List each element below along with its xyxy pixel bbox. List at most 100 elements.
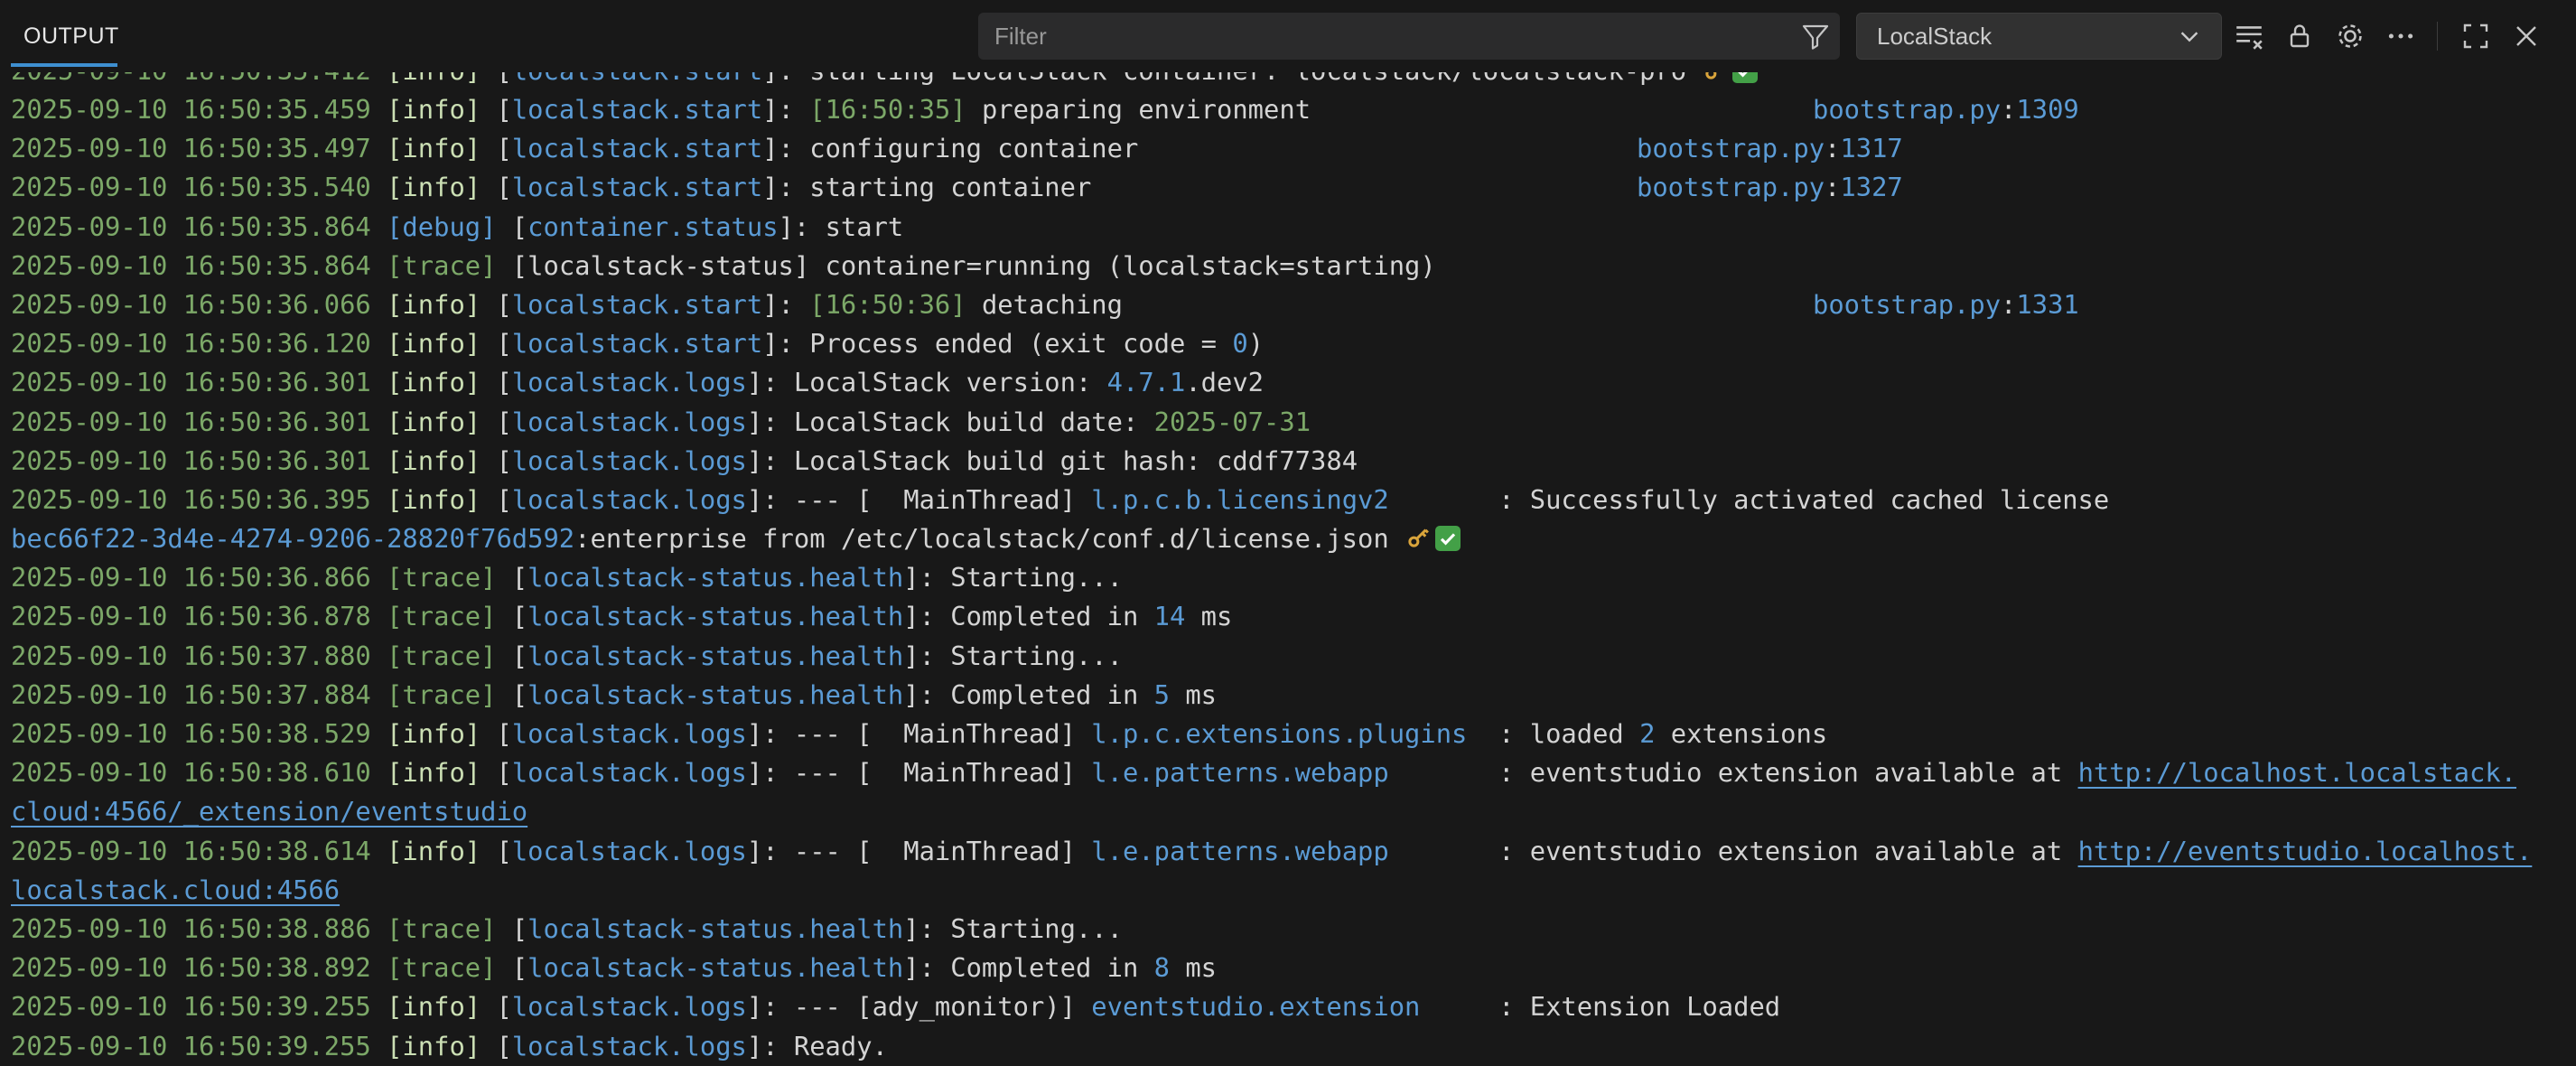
log-line: 2025-09-10 16:50:37.880 [trace] [localst… [11, 637, 2576, 676]
log-segment: localstack.logs [512, 718, 747, 749]
more-actions-icon[interactable] [2377, 13, 2424, 60]
output-channel-select[interactable]: LocalStack [1856, 13, 2222, 60]
log-segment: preparing environment [966, 94, 1311, 125]
log-url-link[interactable]: localstack.cloud:4566 [11, 874, 340, 905]
log-segment: [ [481, 72, 512, 86]
log-segment: 2025-09-10 16:50:38.886 [11, 913, 387, 944]
log-segment: [ [481, 445, 512, 476]
log-segment: ) [1248, 328, 1264, 359]
log-segment: [ [496, 952, 527, 983]
log-segment: ]: start [779, 211, 904, 242]
log-segment: [16:50:36] [809, 289, 966, 320]
log-segment: [trace] [387, 641, 496, 671]
log-segment: [info] [387, 407, 481, 437]
log-segment: [trace] [387, 913, 496, 944]
log-line: 2025-09-10 16:50:38.529 [info] [localsta… [11, 715, 2576, 753]
log-line: 2025-09-10 16:50:35.412 [info] [localsta… [11, 72, 2576, 90]
log-segment: localstack-status.health [527, 913, 903, 944]
log-segment: [ [481, 757, 512, 788]
log-segment: [trace] [387, 601, 496, 631]
scroll-lock-icon[interactable] [2276, 13, 2323, 60]
filter-input[interactable] [978, 23, 1791, 51]
log-segment: ]: starting LocalStack container: locals… [762, 72, 1702, 86]
log-segment: [ [481, 172, 512, 202]
log-segment: [info] [387, 328, 481, 359]
log-segment: [info] [387, 718, 481, 749]
log-segment: 2025-09-10 16:50:35.540 [11, 172, 387, 202]
log-segment: l.e.patterns.webapp [1091, 757, 1388, 788]
log-segment: [info] [387, 836, 481, 866]
log-segment: 2025-09-10 16:50:35.459 [11, 94, 387, 125]
tab-output[interactable]: OUTPUT [23, 0, 119, 72]
funnel-icon[interactable] [1791, 13, 1840, 60]
check-mark-emoji [1435, 526, 1461, 551]
log-segment: 2025-09-10 16:50:36.301 [11, 407, 387, 437]
close-panel-icon[interactable] [2503, 13, 2550, 60]
log-line: 2025-09-10 16:50:36.120 [info] [localsta… [11, 324, 2576, 363]
log-segment: [trace] [387, 679, 496, 710]
log-segment: [16:50:35] [809, 94, 966, 125]
log-segment: 4.7.1 [1107, 367, 1186, 397]
log-segment: ]: LocalStack version: [747, 367, 1107, 397]
log-segment: eventstudio.extension [1091, 991, 1420, 1022]
log-segment: 2025-07-31 [1154, 407, 1311, 437]
log-segment: ]: Completed in [903, 952, 1153, 983]
log-segment: ]: Completed in [903, 679, 1153, 710]
log-segment: ]: Process ended (exit code = [762, 328, 1232, 359]
log-segment: l.p.c.extensions.plugins [1091, 718, 1467, 749]
source-file-link[interactable]: bootstrap.py:1327 [1637, 168, 1903, 207]
log-segment: [ [481, 328, 512, 359]
log-segment: [ [481, 289, 512, 320]
header-separator [2437, 22, 2438, 51]
source-file-link[interactable]: bootstrap.py:1317 [1637, 129, 1903, 168]
source-file-link[interactable]: bootstrap.py:1309 [1813, 90, 2079, 129]
log-segment: [trace] [387, 562, 496, 593]
log-segment: [ [481, 1031, 512, 1061]
log-segment: [ [496, 641, 527, 671]
log-segment: ]: [762, 94, 809, 125]
log-line: 2025-09-10 16:50:38.610 [info] [localsta… [11, 753, 2576, 792]
panel-header: OUTPUT LocalStack [0, 0, 2576, 72]
log-line: 2025-09-10 16:50:38.886 [trace] [localst… [11, 910, 2576, 949]
log-line: 2025-09-10 16:50:36.395 [info] [localsta… [11, 481, 2576, 519]
log-segment: 2025-09-10 16:50:38.610 [11, 757, 387, 788]
log-segment: 2025-09-10 16:50:36.878 [11, 601, 387, 631]
log-segment: : eventstudio extension available at [1389, 757, 2078, 788]
key-emoji [1702, 72, 1729, 86]
log-segment: 2025-09-10 16:50:36.301 [11, 367, 387, 397]
log-segment: 2025-09-10 16:50:35.497 [11, 133, 387, 164]
log-url-link[interactable]: http://localhost.localstack. [2078, 757, 2516, 788]
log-segment: localstack-status.health [527, 679, 903, 710]
log-segment: 2025-09-10 16:50:39.255 [11, 1031, 387, 1061]
log-segment: localstack.logs [512, 757, 747, 788]
settings-gear-icon[interactable] [2327, 13, 2374, 60]
log-output-area[interactable]: 2025-09-10 16:50:35.412 [info] [localsta… [0, 72, 2576, 1066]
log-segment: 2025-09-10 16:50:36.120 [11, 328, 387, 359]
log-line: bec66f22-3d4e-4274-9206-28820f76d592:ent… [11, 519, 2576, 558]
log-segment: localstack.start [512, 133, 762, 164]
clear-output-icon[interactable] [2226, 13, 2273, 60]
log-segment: bec66f22-3d4e-4274-9206-28820f76d592 [11, 523, 574, 554]
log-segment: 0 [1232, 328, 1247, 359]
log-line: 2025-09-10 16:50:36.066 [info] [localsta… [11, 285, 2576, 324]
log-segment: [info] [387, 991, 481, 1022]
log-segment: [ [481, 484, 512, 515]
log-segment: localstack.start [512, 289, 762, 320]
log-url-link[interactable]: cloud:4566/_extension/eventstudio [11, 796, 527, 827]
log-line: 2025-09-10 16:50:36.301 [info] [localsta… [11, 403, 2576, 442]
log-url-link[interactable]: http://eventstudio.localhost. [2078, 836, 2533, 866]
log-segment: ]: Starting... [903, 562, 1123, 593]
log-segment: [info] [387, 133, 481, 164]
log-segment: ms [1170, 952, 1217, 983]
maximize-panel-icon[interactable] [2452, 13, 2499, 60]
log-segment: [debug] [387, 211, 496, 242]
log-segment: 8 [1154, 952, 1170, 983]
log-segment: ]: Starting... [903, 913, 1123, 944]
chevron-down-icon [2176, 23, 2203, 50]
log-segment: localstack.logs [512, 991, 747, 1022]
log-line: 2025-09-10 16:50:36.866 [trace] [localst… [11, 558, 2576, 597]
log-segment: 2025-09-10 16:50:35.864 [11, 250, 387, 281]
log-segment: [ [481, 991, 512, 1022]
source-file-link[interactable]: bootstrap.py:1331 [1813, 285, 2079, 324]
log-line: 2025-09-10 16:50:39.255 [info] [localsta… [11, 1027, 2576, 1066]
